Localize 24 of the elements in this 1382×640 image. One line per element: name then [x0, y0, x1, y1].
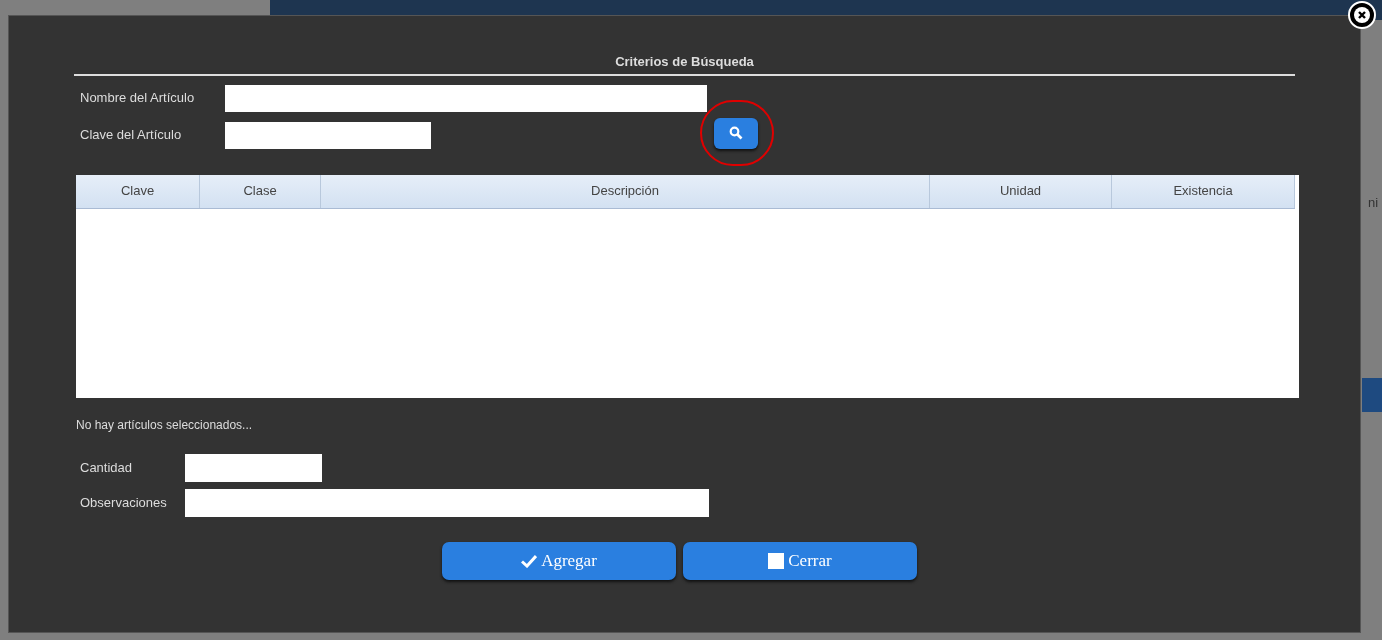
field-label: Observaciones — [80, 493, 168, 512]
input-field[interactable] — [225, 121, 431, 149]
status-message: No hay artículos seleccionados... — [76, 416, 254, 434]
input-field[interactable] — [185, 453, 322, 482]
search-icon — [729, 126, 743, 140]
check-icon — [521, 553, 538, 568]
column-header[interactable]: Clave — [76, 174, 200, 208]
column-header[interactable]: Descripción — [321, 174, 930, 208]
edge-text: ni — [1368, 194, 1379, 212]
field-label: Nombre del Artículo — [80, 89, 196, 108]
section-title: Criterios de Búsqueda — [615, 53, 754, 71]
search-button[interactable] — [714, 117, 758, 149]
input-field[interactable] — [185, 488, 709, 517]
column-header[interactable]: Clase — [200, 174, 321, 208]
column-header[interactable]: Existencia — [1112, 174, 1295, 208]
field-label: Clave del Artículo — [80, 126, 183, 145]
field-label: Cantidad — [80, 458, 134, 477]
action-button[interactable]: Cerrar — [683, 541, 917, 580]
square-icon — [768, 552, 785, 569]
input-field[interactable] — [225, 84, 707, 112]
close-icon — [1354, 7, 1370, 23]
column-header[interactable]: Unidad — [930, 174, 1112, 208]
side-bar — [1362, 378, 1382, 412]
action-button[interactable]: Agregar — [442, 541, 676, 580]
